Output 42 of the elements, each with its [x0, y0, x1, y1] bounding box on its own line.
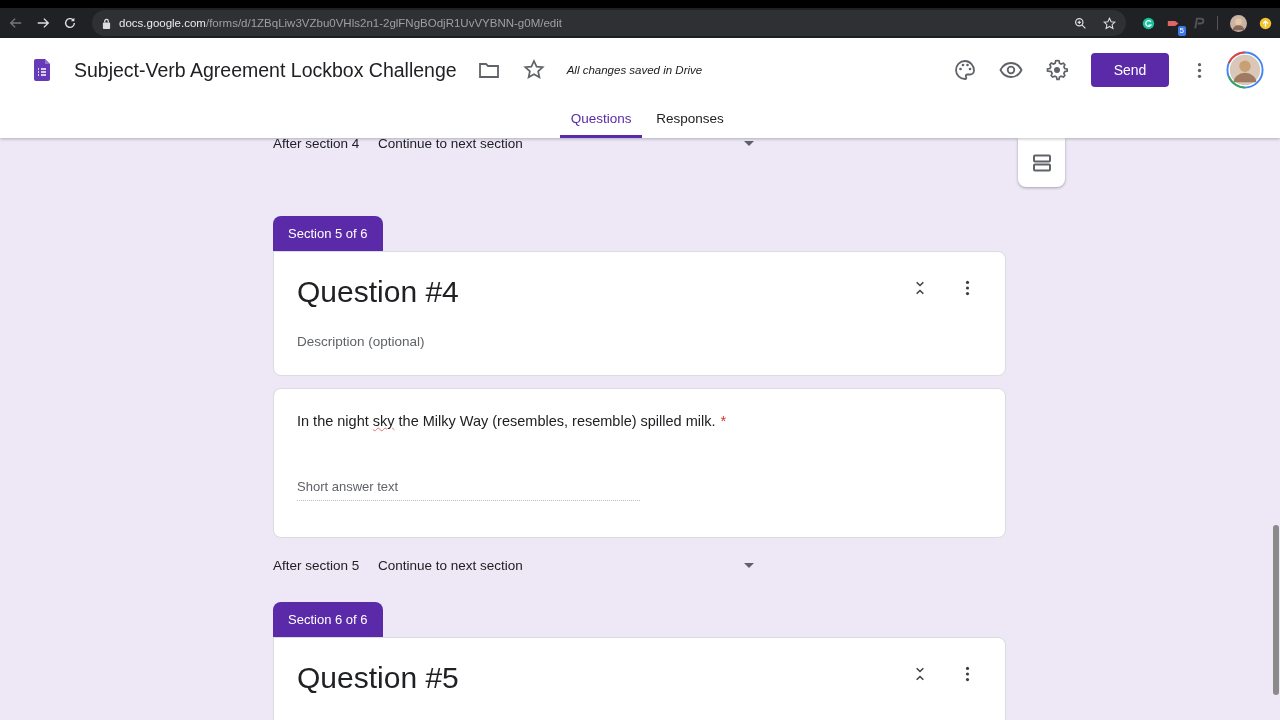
palette-icon[interactable]: [953, 58, 977, 82]
collapse-icon[interactable]: [915, 667, 925, 681]
short-answer-field: Short answer text: [297, 479, 640, 501]
extension-badge: 5: [1177, 25, 1186, 36]
zoom-icon[interactable]: [1074, 16, 1087, 30]
after-section-label: After section 5: [273, 557, 361, 573]
tab[interactable]: Questions: [560, 102, 643, 138]
profile-avatar[interactable]: [1230, 14, 1247, 32]
caret-icon: [744, 140, 754, 146]
section-dropdown[interactable]: Continue to next section: [378, 138, 754, 151]
settings-icon[interactable]: [1045, 58, 1069, 82]
save-status: All changes saved in Drive: [566, 64, 703, 76]
add-section-icon[interactable]: [1031, 153, 1052, 172]
section-title[interactable]: Question #5: [297, 658, 915, 700]
back-icon[interactable]: [9, 16, 23, 30]
section-dropdown[interactable]: Continue to next section: [378, 557, 754, 573]
forward-icon[interactable]: [36, 16, 50, 30]
address-bar[interactable]: docs.google.com/forms/d/1ZBqLiw3VZbu0VHls2n1-2glFNgBOdjR1UvVYBNN-g0M/edit: [92, 10, 1126, 36]
required-asterisk: *: [720, 413, 727, 429]
question-text[interactable]: In the night sky the Milky Way (resembles, resemble) spilled milk.: [297, 413, 716, 429]
star-icon[interactable]: [521, 58, 546, 82]
update-icon[interactable]: [1259, 16, 1272, 30]
more-options-icon[interactable]: [1197, 61, 1202, 79]
section-badge: Section 5 of 6: [273, 216, 383, 251]
section-badge: Section 6 of 6: [273, 602, 383, 637]
reload-icon[interactable]: [63, 16, 77, 30]
after-section-label: After section 4: [273, 138, 361, 151]
more-options-icon[interactable]: [965, 666, 970, 682]
grammar-extension-icon[interactable]: [1142, 16, 1155, 30]
account-avatar[interactable]: [1226, 51, 1264, 89]
caret-icon: [744, 562, 754, 568]
forms-logo-icon[interactable]: [34, 59, 50, 81]
send-button[interactable]: Send: [1091, 53, 1169, 87]
more-options-icon[interactable]: [965, 280, 970, 296]
description-field[interactable]: Description (optional): [297, 334, 982, 349]
bookmark-star-icon[interactable]: [1103, 16, 1116, 30]
tab[interactable]: Responses: [650, 102, 730, 138]
scrollbar-thumb[interactable]: [1273, 525, 1279, 695]
section-title[interactable]: Question #4: [297, 272, 915, 314]
form-title[interactable]: Subject-Verb Agreement Lockbox Challenge: [74, 58, 457, 82]
collapse-icon[interactable]: [915, 281, 925, 295]
lock-icon: [102, 17, 111, 29]
